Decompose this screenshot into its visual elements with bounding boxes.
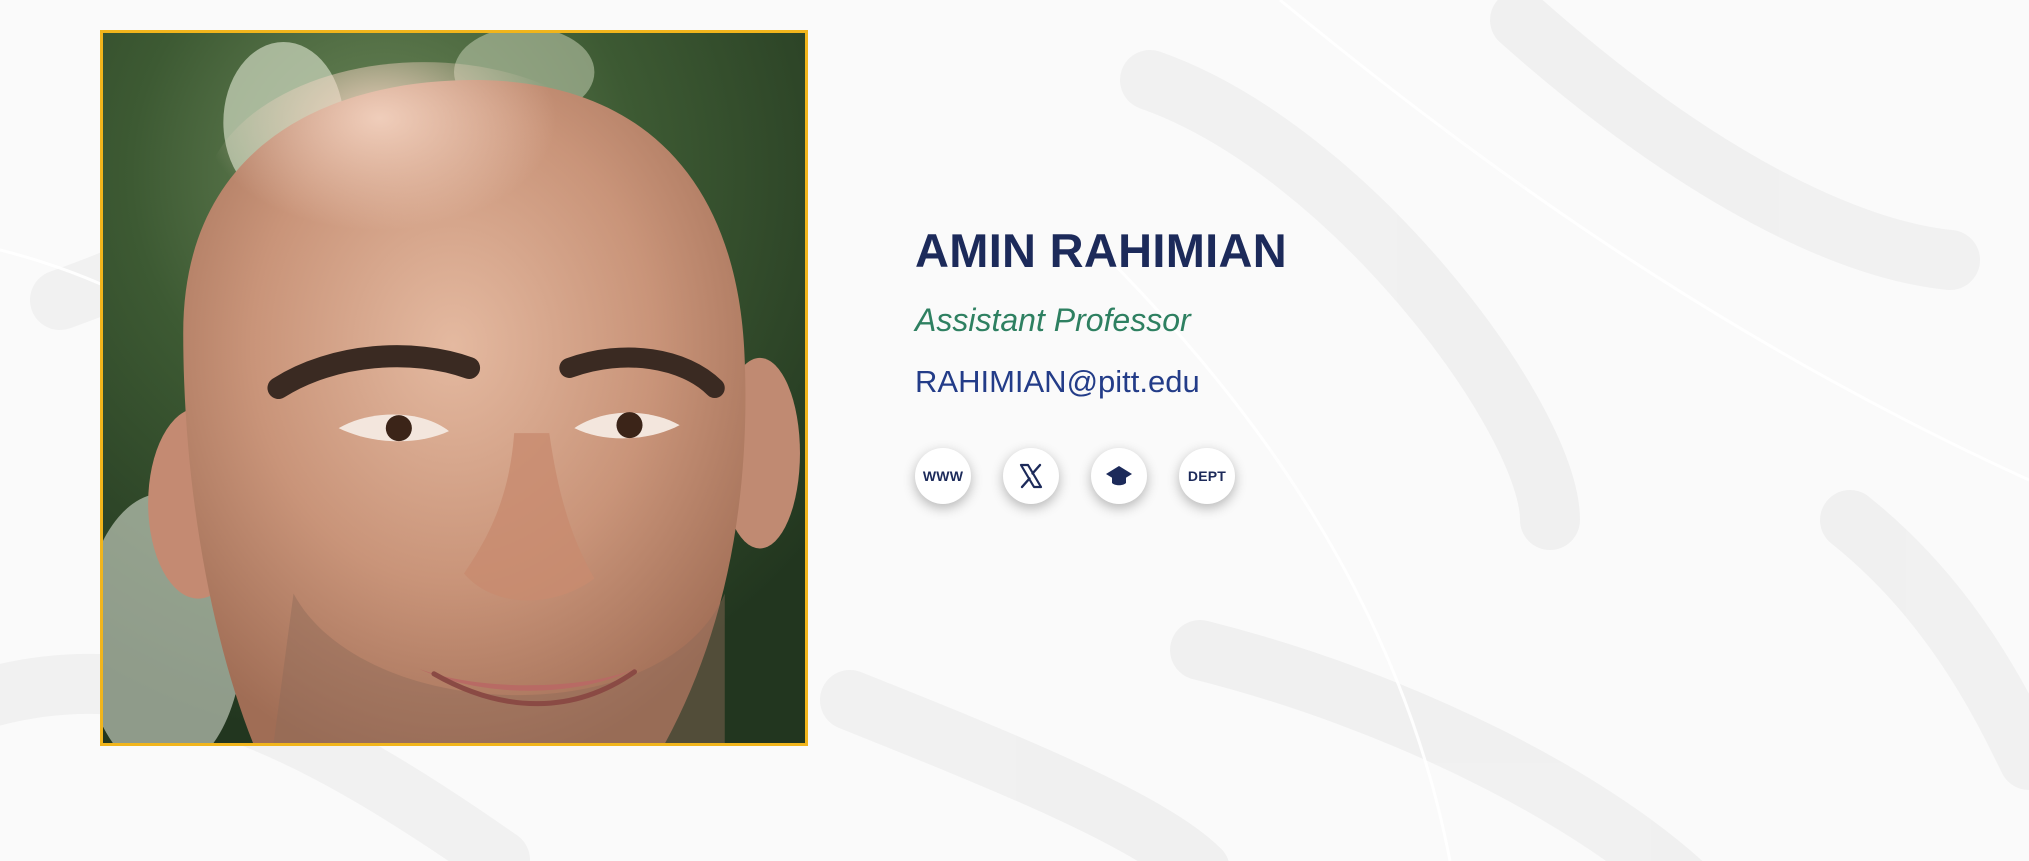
website-button[interactable]: WWW [915,448,971,504]
profile-name: AMIN RAHIMIAN [915,224,1288,277]
globe-icon: WWW [922,468,964,484]
department-icon: DEPT [1187,468,1227,484]
email-link[interactable]: RAHIMIAN@pitt.edu [915,362,1200,402]
x-logo-icon [1019,463,1043,489]
profile-page: AMIN RAHIMIAN Assistant Professor RAHIMI… [0,0,2029,861]
profile-info: AMIN RAHIMIAN Assistant Professor RAHIMI… [915,222,1715,504]
graduation-cap-icon [1106,466,1132,486]
portrait-image [103,33,805,743]
x-profile-button[interactable] [1003,448,1059,504]
google-scholar-button[interactable] [1091,448,1147,504]
department-button[interactable]: DEPT [1179,448,1235,504]
profile-photo [100,30,808,746]
profile-title: Assistant Professor [915,302,1191,338]
social-links: WWW DEPT [915,448,1715,504]
